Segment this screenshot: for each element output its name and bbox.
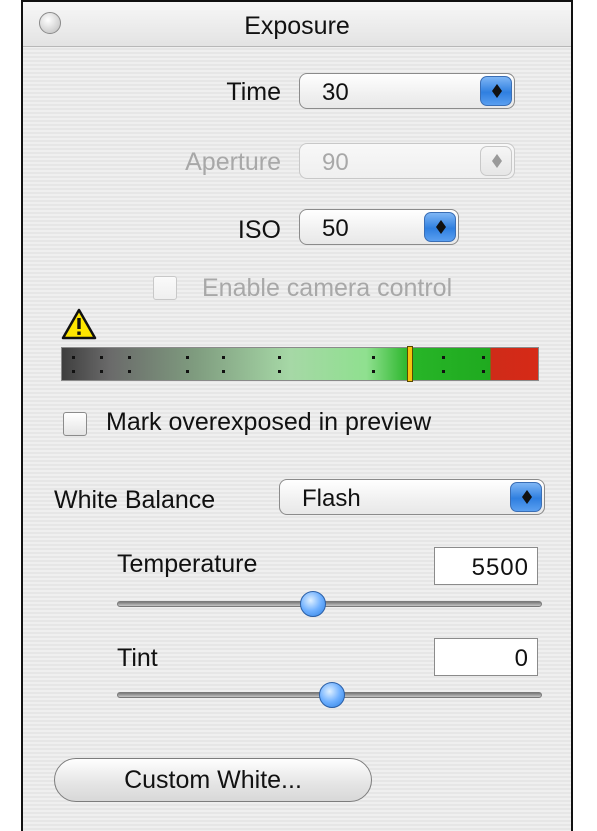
aperture-value: 90 bbox=[322, 149, 349, 176]
warning-triangle-icon bbox=[61, 308, 97, 340]
white-balance-label: White Balance bbox=[54, 486, 216, 514]
time-value: 30 bbox=[322, 79, 349, 106]
temperature-field[interactable]: 5500 bbox=[434, 547, 538, 585]
title-bar: Exposure bbox=[23, 2, 571, 47]
aperture-popup[interactable]: 90 bbox=[299, 143, 515, 179]
camera-control-checkbox[interactable] bbox=[153, 276, 177, 300]
white-balance-value: Flash bbox=[302, 485, 361, 512]
tint-field[interactable]: 0 bbox=[434, 638, 538, 676]
exposure-histogram bbox=[61, 347, 539, 381]
up-down-arrows-icon bbox=[510, 482, 542, 512]
custom-white-label: Custom White... bbox=[124, 766, 302, 794]
temperature-slider-track[interactable] bbox=[117, 601, 542, 607]
iso-popup[interactable]: 50 bbox=[299, 209, 459, 245]
aperture-label: Aperture bbox=[185, 148, 281, 176]
mark-overexposed-label: Mark overexposed in preview bbox=[106, 408, 432, 436]
temperature-value: 5500 bbox=[471, 554, 529, 581]
up-down-arrows-icon bbox=[424, 212, 456, 242]
iso-value: 50 bbox=[322, 215, 349, 242]
window-title: Exposure bbox=[244, 12, 350, 40]
camera-control-label: Enable camera control bbox=[202, 274, 453, 302]
white-balance-popup[interactable]: Flash bbox=[279, 479, 545, 515]
tint-value: 0 bbox=[514, 645, 529, 672]
time-popup[interactable]: 30 bbox=[299, 73, 515, 109]
up-down-arrows-icon bbox=[480, 146, 512, 176]
tint-slider-knob[interactable] bbox=[319, 682, 345, 708]
histogram-marker[interactable] bbox=[407, 346, 413, 382]
mark-overexposed-checkbox[interactable] bbox=[63, 412, 87, 436]
up-down-arrows-icon bbox=[480, 76, 512, 106]
exposure-panel: Exposure Time 30 Aperture 90 ISO 50 Enab… bbox=[21, 0, 573, 831]
time-label: Time bbox=[226, 78, 281, 106]
temperature-label: Temperature bbox=[117, 550, 258, 578]
temperature-slider-knob[interactable] bbox=[300, 591, 326, 617]
custom-white-button[interactable]: Custom White... bbox=[54, 758, 372, 802]
tint-label: Tint bbox=[117, 644, 158, 672]
iso-label: ISO bbox=[237, 216, 281, 244]
